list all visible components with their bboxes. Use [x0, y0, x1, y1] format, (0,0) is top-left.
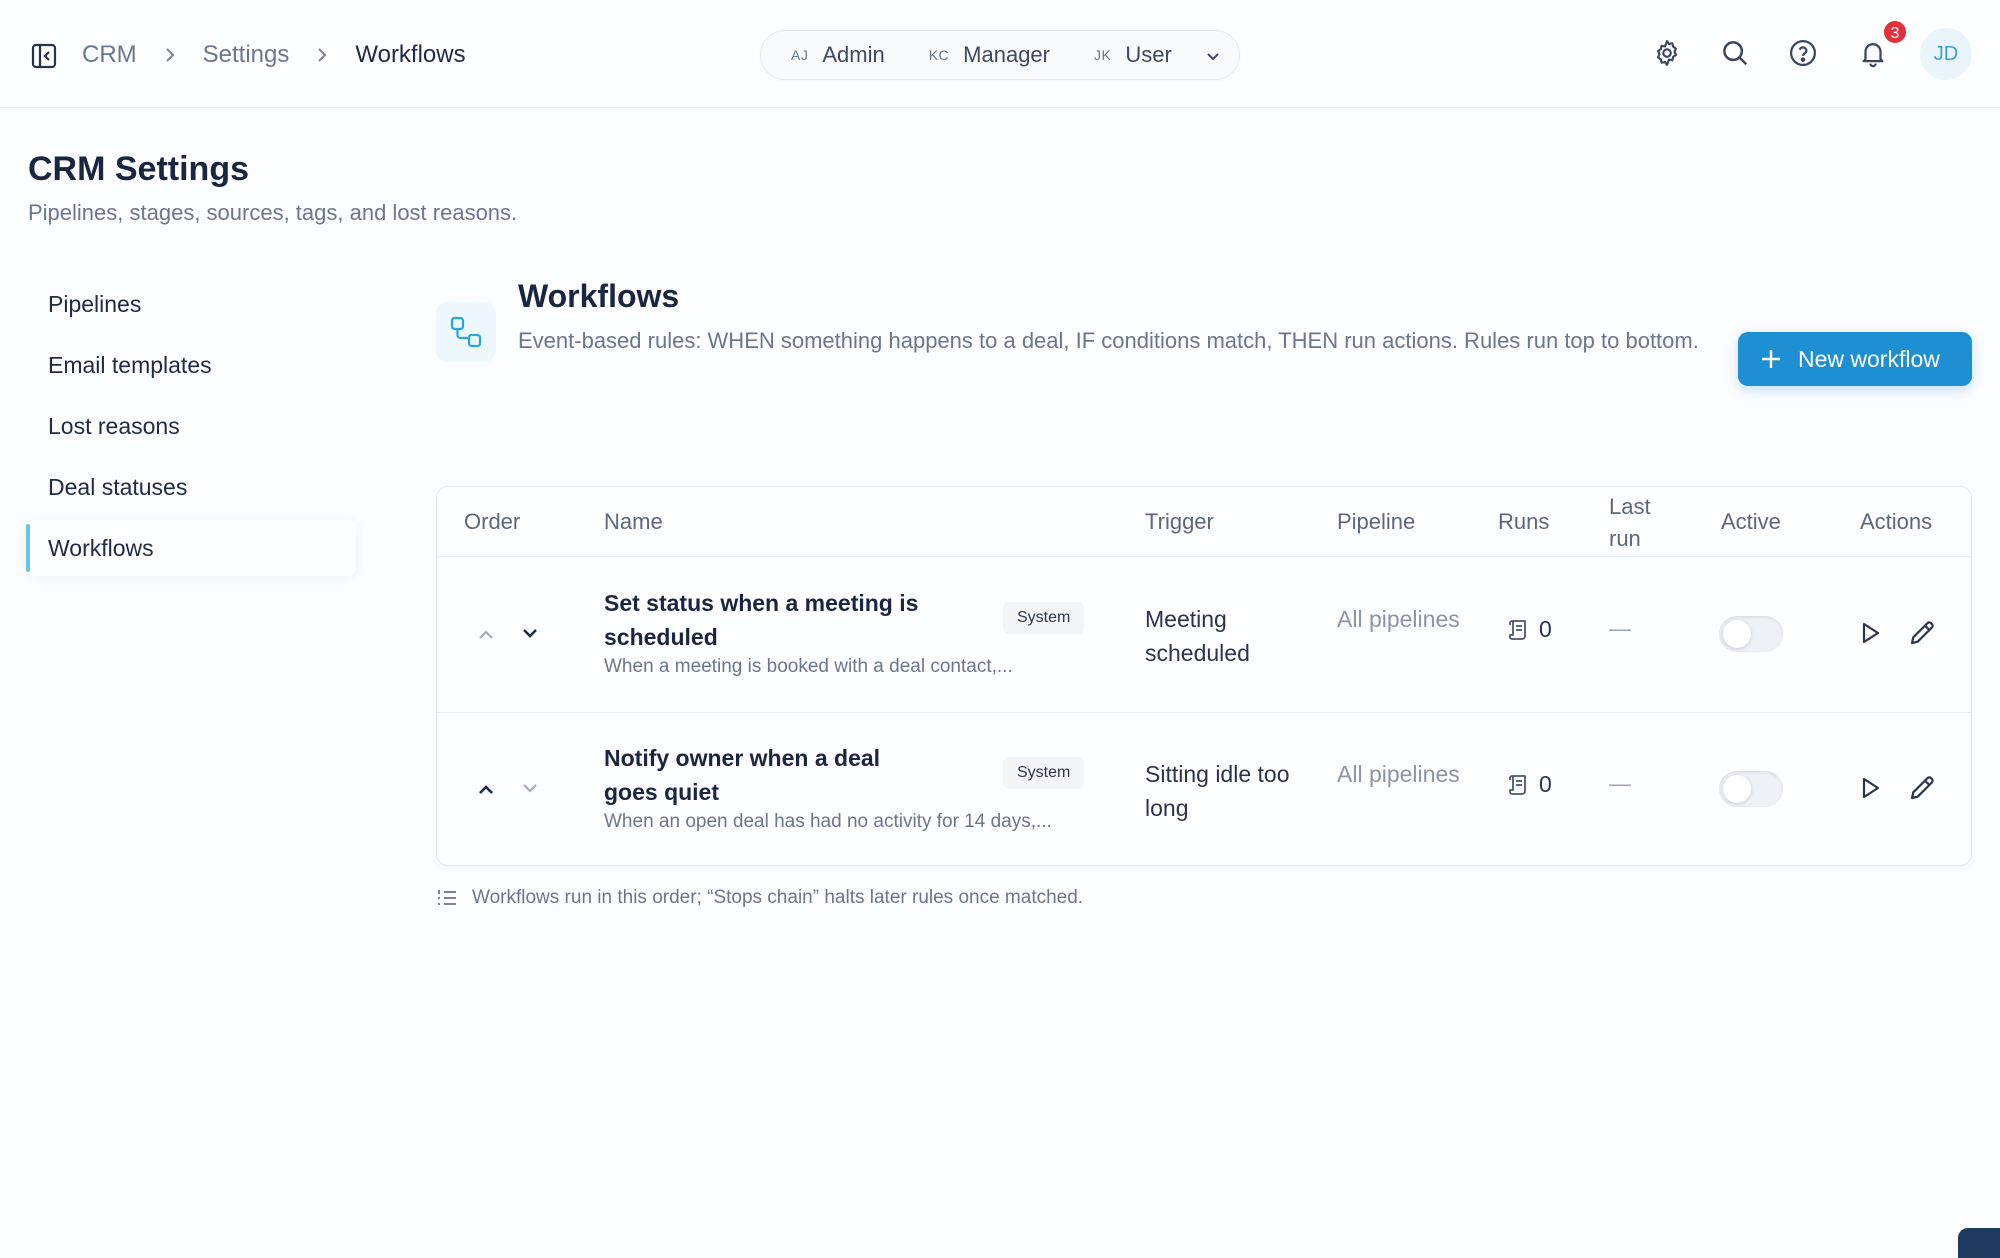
workflow-name[interactable]: Notify owner when a deal goes quiet: [604, 741, 934, 809]
workflow-last-run: —: [1609, 771, 1631, 796]
workflow-runs: 0: [1507, 616, 1552, 643]
page-title: CRM Settings: [28, 150, 249, 188]
workflow-trigger: Sitting idle too long: [1145, 761, 1290, 821]
workflow-name[interactable]: Set status when a meeting is scheduled: [604, 586, 934, 654]
toggle-knob: [1723, 775, 1751, 803]
sidebar-toggle-icon[interactable]: [30, 42, 58, 70]
workflows-table: Order Name Trigger Pipeline Runs Last ru…: [436, 486, 1972, 866]
header-trigger: Trigger: [1145, 509, 1214, 534]
toggle-knob: [1723, 620, 1751, 648]
move-down-icon[interactable]: [517, 620, 543, 646]
role-switcher[interactable]: AJ Admin KC Manager JK User: [760, 30, 1240, 80]
pencil-icon[interactable]: [1907, 618, 1937, 648]
breadcrumb-crm[interactable]: CRM: [82, 41, 137, 69]
page-subtitle: Pipelines, stages, sources, tags, and lo…: [28, 200, 518, 225]
runs-count: 0: [1539, 771, 1552, 797]
role-user[interactable]: JK User: [1094, 42, 1172, 68]
gear-icon[interactable]: [1652, 38, 1682, 68]
header-runs: Runs: [1498, 509, 1550, 534]
ordered-list-icon: [438, 890, 456, 905]
plus-icon: [1762, 350, 1780, 368]
header-pipeline: Pipeline: [1337, 509, 1416, 534]
header-order: Order: [464, 509, 521, 534]
breadcrumb-settings[interactable]: Settings: [203, 41, 290, 69]
header-last-run: Last run: [1609, 494, 1651, 551]
move-down-icon[interactable]: [517, 775, 543, 801]
table-row: Notify owner when a deal goes quiet Syst…: [437, 713, 1971, 868]
header-actions: Actions: [1860, 509, 1933, 534]
chevron-right-icon: [161, 46, 179, 64]
chevron-down-icon[interactable]: [1203, 46, 1223, 66]
role-manager[interactable]: KC Manager: [929, 42, 1050, 68]
system-badge: System: [1003, 602, 1085, 634]
search-icon[interactable]: [1720, 38, 1750, 68]
role-admin[interactable]: AJ Admin: [791, 42, 885, 68]
assistant-launcher-button[interactable]: [1958, 1228, 2000, 1258]
role-initials: AJ: [791, 47, 809, 63]
header-active: Active: [1721, 509, 1781, 534]
workflow-last-run: —: [1609, 616, 1631, 641]
move-up-icon[interactable]: [473, 777, 499, 803]
role-initials: JK: [1094, 47, 1112, 63]
settings-nav: Pipelines Email templates Lost reasons D…: [26, 276, 356, 581]
move-up-icon[interactable]: [473, 622, 499, 648]
role-name: Admin: [822, 42, 885, 67]
section-title: Workflows: [518, 278, 680, 314]
role-name: Manager: [963, 42, 1050, 67]
workflow-description: When a meeting is booked with a deal con…: [604, 656, 1013, 677]
workflow-pipeline: All pipelines: [1337, 761, 1460, 787]
notification-badge: 3: [1882, 19, 1908, 45]
footnote-text: Workflows run in this order; “Stops chai…: [472, 887, 1084, 908]
nav-item-workflows[interactable]: Workflows: [26, 520, 356, 576]
runs-log-icon: [1509, 619, 1526, 640]
pencil-icon[interactable]: [1907, 773, 1937, 803]
workflow-runs: 0: [1507, 771, 1552, 798]
active-toggle[interactable]: [1719, 771, 1783, 807]
breadcrumb: CRM Settings Workflows: [82, 38, 466, 72]
workflow-description: When an open deal has had no activity fo…: [604, 811, 1052, 832]
nav-item-lost-reasons[interactable]: Lost reasons: [26, 398, 356, 454]
play-icon[interactable]: [1855, 618, 1885, 648]
order-footnote: Workflows run in this order; “Stops chai…: [436, 887, 1083, 909]
bell-icon[interactable]: [1858, 38, 1888, 68]
help-icon[interactable]: [1788, 38, 1818, 68]
workflow-icon: [436, 302, 496, 362]
workflow-trigger: Meeting scheduled: [1145, 606, 1250, 666]
new-workflow-label: New workflow: [1798, 345, 1940, 372]
nav-item-deal-statuses[interactable]: Deal statuses: [26, 459, 356, 515]
top-bar: CRM Settings Workflows AJ Admin KC Manag…: [0, 0, 2000, 108]
table-header: Order Name Trigger Pipeline Runs Last ru…: [437, 487, 1971, 557]
workflow-pipeline: All pipelines: [1337, 606, 1460, 632]
active-toggle[interactable]: [1719, 616, 1783, 652]
section-description: Event-based rules: WHEN something happen…: [518, 328, 1699, 353]
avatar[interactable]: JD: [1920, 28, 1972, 80]
breadcrumb-workflows: Workflows: [355, 41, 466, 68]
nav-item-email-templates[interactable]: Email templates: [26, 337, 356, 393]
nav-item-pipelines[interactable]: Pipelines: [26, 276, 356, 332]
table-row: Set status when a meeting is scheduled S…: [437, 558, 1971, 713]
runs-count: 0: [1539, 616, 1552, 642]
role-name: User: [1125, 42, 1172, 67]
runs-log-icon: [1509, 774, 1526, 795]
new-workflow-button[interactable]: New workflow: [1738, 332, 1972, 386]
system-badge: System: [1003, 757, 1085, 789]
header-name: Name: [604, 509, 663, 534]
play-icon[interactable]: [1855, 773, 1885, 803]
chevron-right-icon: [313, 46, 331, 64]
role-initials: KC: [928, 47, 950, 63]
